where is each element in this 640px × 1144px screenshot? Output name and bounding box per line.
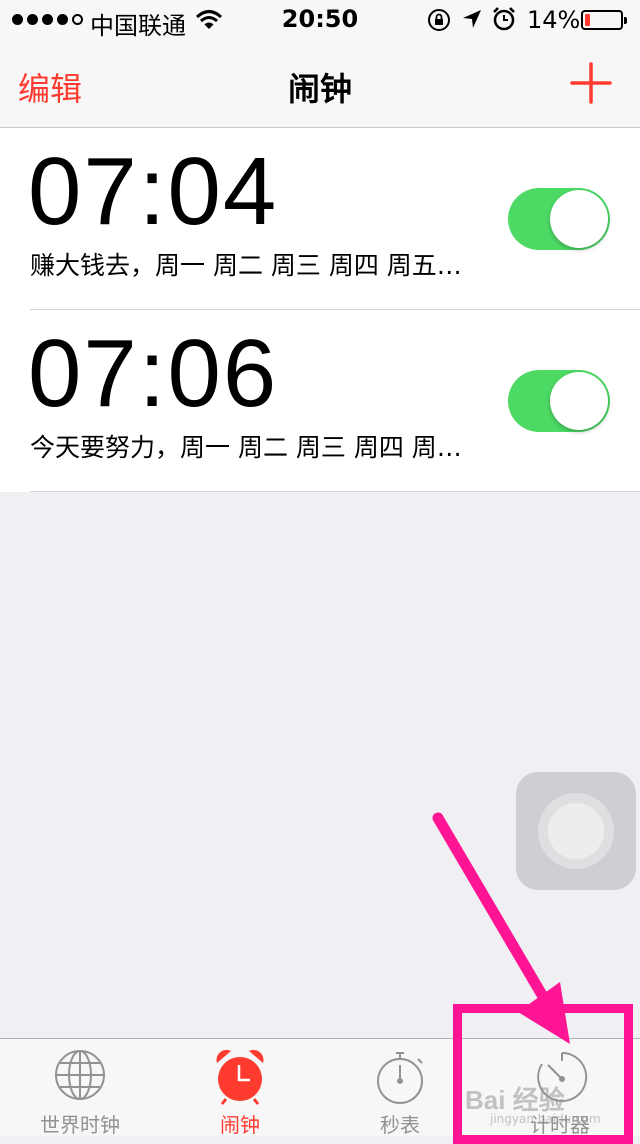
annotation-arrow-icon xyxy=(432,812,570,1044)
watermark-url: jingyan.baidu.com xyxy=(490,1112,601,1126)
